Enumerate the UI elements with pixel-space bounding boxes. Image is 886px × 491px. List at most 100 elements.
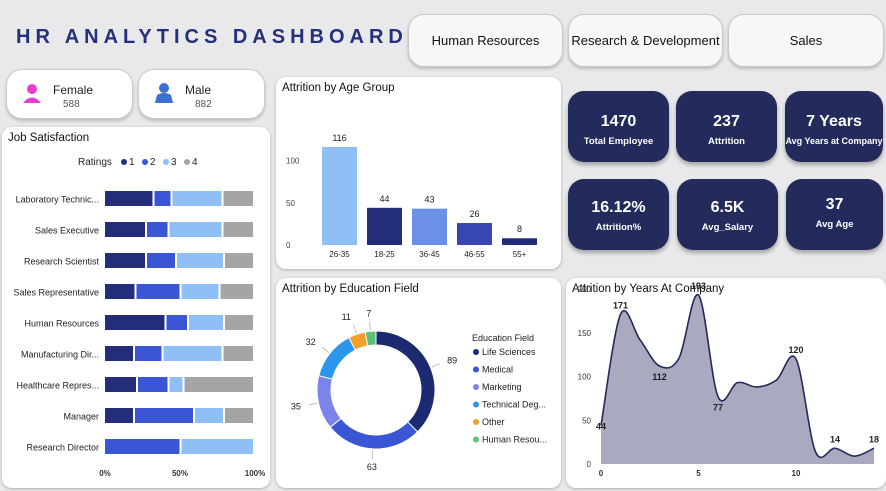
- years-at-company-card: Attrition by Years At Company 0 50 100 150 2…: [566, 278, 886, 488]
- bar-age-26-35: [322, 147, 357, 245]
- bar-segment-rating-4: [220, 284, 253, 299]
- legend-label-1: 1: [129, 157, 135, 168]
- legend-label-2: 2: [150, 157, 156, 168]
- age-group-card: Attrition by Age Group 0 50 100 116 26-35 44 1…: [276, 77, 561, 269]
- kpi-attrition-percent-label: Attrition%: [595, 222, 642, 233]
- category-label: Sales Executive: [35, 226, 99, 236]
- legend-title: Education Field: [472, 333, 534, 343]
- bar-segment-rating-3: [169, 377, 183, 392]
- bar-segment-rating-1: [105, 377, 136, 392]
- kpi-avg-years-value: 7 Years: [806, 113, 862, 130]
- dashboard-title: HR ANALYTICS DASHBOARD: [16, 26, 408, 48]
- kpi-avg-age: 37 Avg Age: [786, 179, 883, 250]
- x-tick-label: 55+: [513, 250, 527, 259]
- donut-slice-life-sciences: [375, 330, 436, 433]
- job-satisfaction-card: Job Satisfaction Ratings 1 2 3 4 Laboratory T…: [2, 127, 270, 488]
- legend-label: Technical Deg...: [482, 400, 546, 410]
- bar-segment-rating-2: [138, 377, 168, 392]
- female-icon: [23, 84, 41, 103]
- y-tick-label: 100: [578, 373, 592, 382]
- female-card[interactable]: Female 588: [6, 69, 133, 119]
- kpi-attrition-percent: 16.12% Attrition%: [568, 179, 669, 250]
- female-label: Female: [53, 83, 94, 97]
- job-satisfaction-chart: Ratings 1 2 3 4 Laboratory Technic... Sales Ex…: [13, 157, 265, 478]
- y-tick-label: 100: [286, 157, 300, 166]
- kpi-avg-years: 7 Years Avg Years at Company: [785, 91, 883, 162]
- x-tick-label: 0%: [99, 469, 111, 478]
- kpi-avg-age-value: 37: [825, 196, 844, 213]
- filter-button-human-resources[interactable]: Human Resources: [408, 14, 563, 67]
- category-label: Laboratory Technic...: [16, 195, 99, 205]
- bar-segment-rating-2: [136, 284, 180, 299]
- legend-label: Human Resou...: [482, 435, 547, 445]
- kpi-avg-salary: 6.5K Avg_Salary: [677, 179, 778, 250]
- legend-marker: [473, 349, 479, 355]
- bar-segment-rating-2: [135, 346, 162, 361]
- bar-segment-rating-4: [223, 191, 253, 206]
- y-tick-label: 150: [578, 329, 592, 338]
- x-tick-label: 50%: [172, 469, 188, 478]
- x-tick-label: 5: [696, 469, 701, 478]
- data-label: 193: [691, 281, 706, 291]
- bar-segment-rating-1: [105, 315, 165, 330]
- kpi-avg-salary-label: Avg_Salary: [701, 222, 754, 233]
- data-label: 35: [291, 402, 301, 412]
- kpi-avg-age-label: Avg Age: [815, 219, 854, 230]
- legend-marker: [473, 366, 479, 373]
- bar-age-55+: [502, 238, 537, 245]
- category-label: Research Scientist: [24, 257, 100, 267]
- category-label: Manufacturing Dir...: [21, 350, 99, 360]
- data-label: 8: [517, 224, 522, 234]
- x-tick-label: 100%: [245, 469, 265, 478]
- male-card[interactable]: Male 882: [138, 69, 265, 119]
- years-at-company-chart: 0 50 100 150 200 0 5 10 44 171 112 193 77 120 14 18: [578, 281, 879, 478]
- bar-segment-rating-2: [166, 315, 187, 330]
- legend-marker: [473, 384, 479, 390]
- legend-marker-1: [121, 159, 127, 165]
- bar-segment-rating-3: [189, 315, 223, 330]
- legend-label: Other: [482, 417, 505, 427]
- filter-button-sales[interactable]: Sales: [728, 14, 884, 67]
- bar-segment-rating-4: [225, 408, 253, 423]
- category-label: Sales Representative: [13, 288, 99, 298]
- bar-segment-rating-2: [105, 439, 180, 454]
- bar-segment-rating-1: [105, 191, 153, 206]
- bar-segment-rating-3: [181, 284, 219, 299]
- filter-button-research-development[interactable]: Research & Development: [568, 14, 723, 67]
- kpi-total-employee: 1470 Total Employee: [568, 91, 669, 162]
- x-tick-label: 0: [599, 469, 604, 478]
- donut-slice-technical-deg-: [318, 336, 357, 380]
- x-tick-label: 18-25: [374, 250, 395, 259]
- category-label: Research Director: [26, 443, 99, 453]
- category-label: Manager: [63, 412, 99, 422]
- legend-marker-4: [184, 159, 190, 165]
- data-label: 26: [469, 209, 479, 219]
- bar-segment-rating-2: [135, 408, 193, 423]
- data-label: 14: [830, 434, 840, 444]
- kpi-avg-salary-value: 6.5K: [710, 199, 745, 216]
- bar-segment-rating-3: [163, 346, 222, 361]
- kpi-attrition-percent-value: 16.12%: [591, 199, 646, 216]
- leader-line: [369, 321, 371, 331]
- bar-segment-rating-2: [154, 191, 171, 206]
- male-count: 882: [195, 99, 212, 110]
- leader-line: [431, 363, 440, 368]
- bar-segment-rating-2: [147, 222, 168, 237]
- category-label: Human Resources: [24, 319, 99, 329]
- age-group-chart: 0 50 100 116 26-35 44 18-25 43 36-45 26 46-55 8 55+: [286, 133, 537, 259]
- legend-marker: [473, 419, 479, 425]
- data-label: 116: [332, 133, 346, 143]
- bar-segment-rating-3: [195, 408, 223, 423]
- legend-label-3: 3: [171, 157, 177, 168]
- bar-age-36-45: [412, 208, 447, 245]
- x-tick-label: 46-55: [464, 250, 485, 259]
- bar-segment-rating-3: [181, 439, 253, 454]
- kpi-avg-years-label: Avg Years at Company: [785, 136, 883, 146]
- education-chart: 89 63 35 32 11 7 Education Field Life Sciences M…: [291, 308, 547, 472]
- bar-segment-rating-4: [184, 377, 253, 392]
- bar-segment-rating-1: [105, 253, 145, 268]
- leader-line: [308, 402, 318, 406]
- kpi-total-employee-label: Total Employee: [583, 136, 654, 147]
- y-tick-label: 0: [286, 241, 291, 250]
- legend-marker-2: [142, 159, 148, 165]
